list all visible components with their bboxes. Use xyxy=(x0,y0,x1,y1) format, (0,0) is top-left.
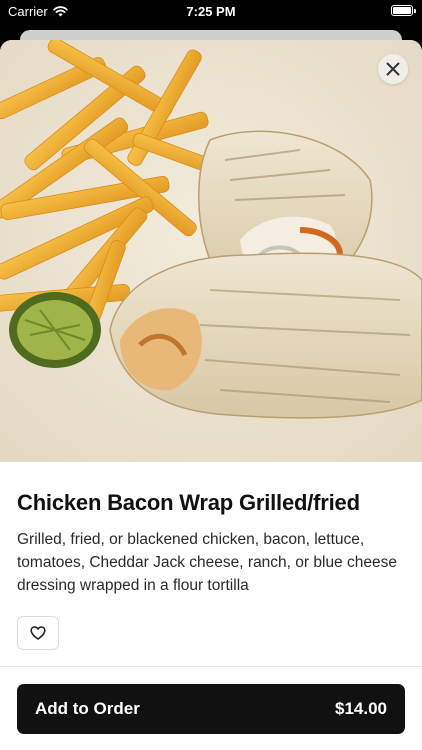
item-content: Chicken Bacon Wrap Grilled/fried Grilled… xyxy=(0,462,422,597)
item-title: Chicken Bacon Wrap Grilled/fried xyxy=(17,490,360,515)
screen: Carrier 7:25 PM Chicken Bacon Wrap Grill… xyxy=(0,0,422,750)
heart-icon xyxy=(30,626,46,640)
battery-icon xyxy=(391,5,416,16)
item-detail-sheet: Chicken Bacon Wrap Grilled/fried Grilled… xyxy=(0,40,422,750)
order-price: $14.00 xyxy=(335,699,387,718)
status-time: 7:25 PM xyxy=(186,4,236,19)
add-to-order-button[interactable]: Add to Order $14.00 xyxy=(17,684,405,734)
add-to-order-label: Add to Order xyxy=(35,699,140,718)
wrap-and-fries-image xyxy=(0,40,422,462)
favorite-button[interactable] xyxy=(17,616,59,650)
item-photo xyxy=(0,40,422,462)
close-button[interactable] xyxy=(378,54,408,84)
divider xyxy=(0,666,422,667)
close-icon xyxy=(386,62,400,76)
item-description: Grilled, fried, or blackened chicken, ba… xyxy=(17,531,397,594)
status-bar: Carrier 7:25 PM xyxy=(0,0,422,22)
